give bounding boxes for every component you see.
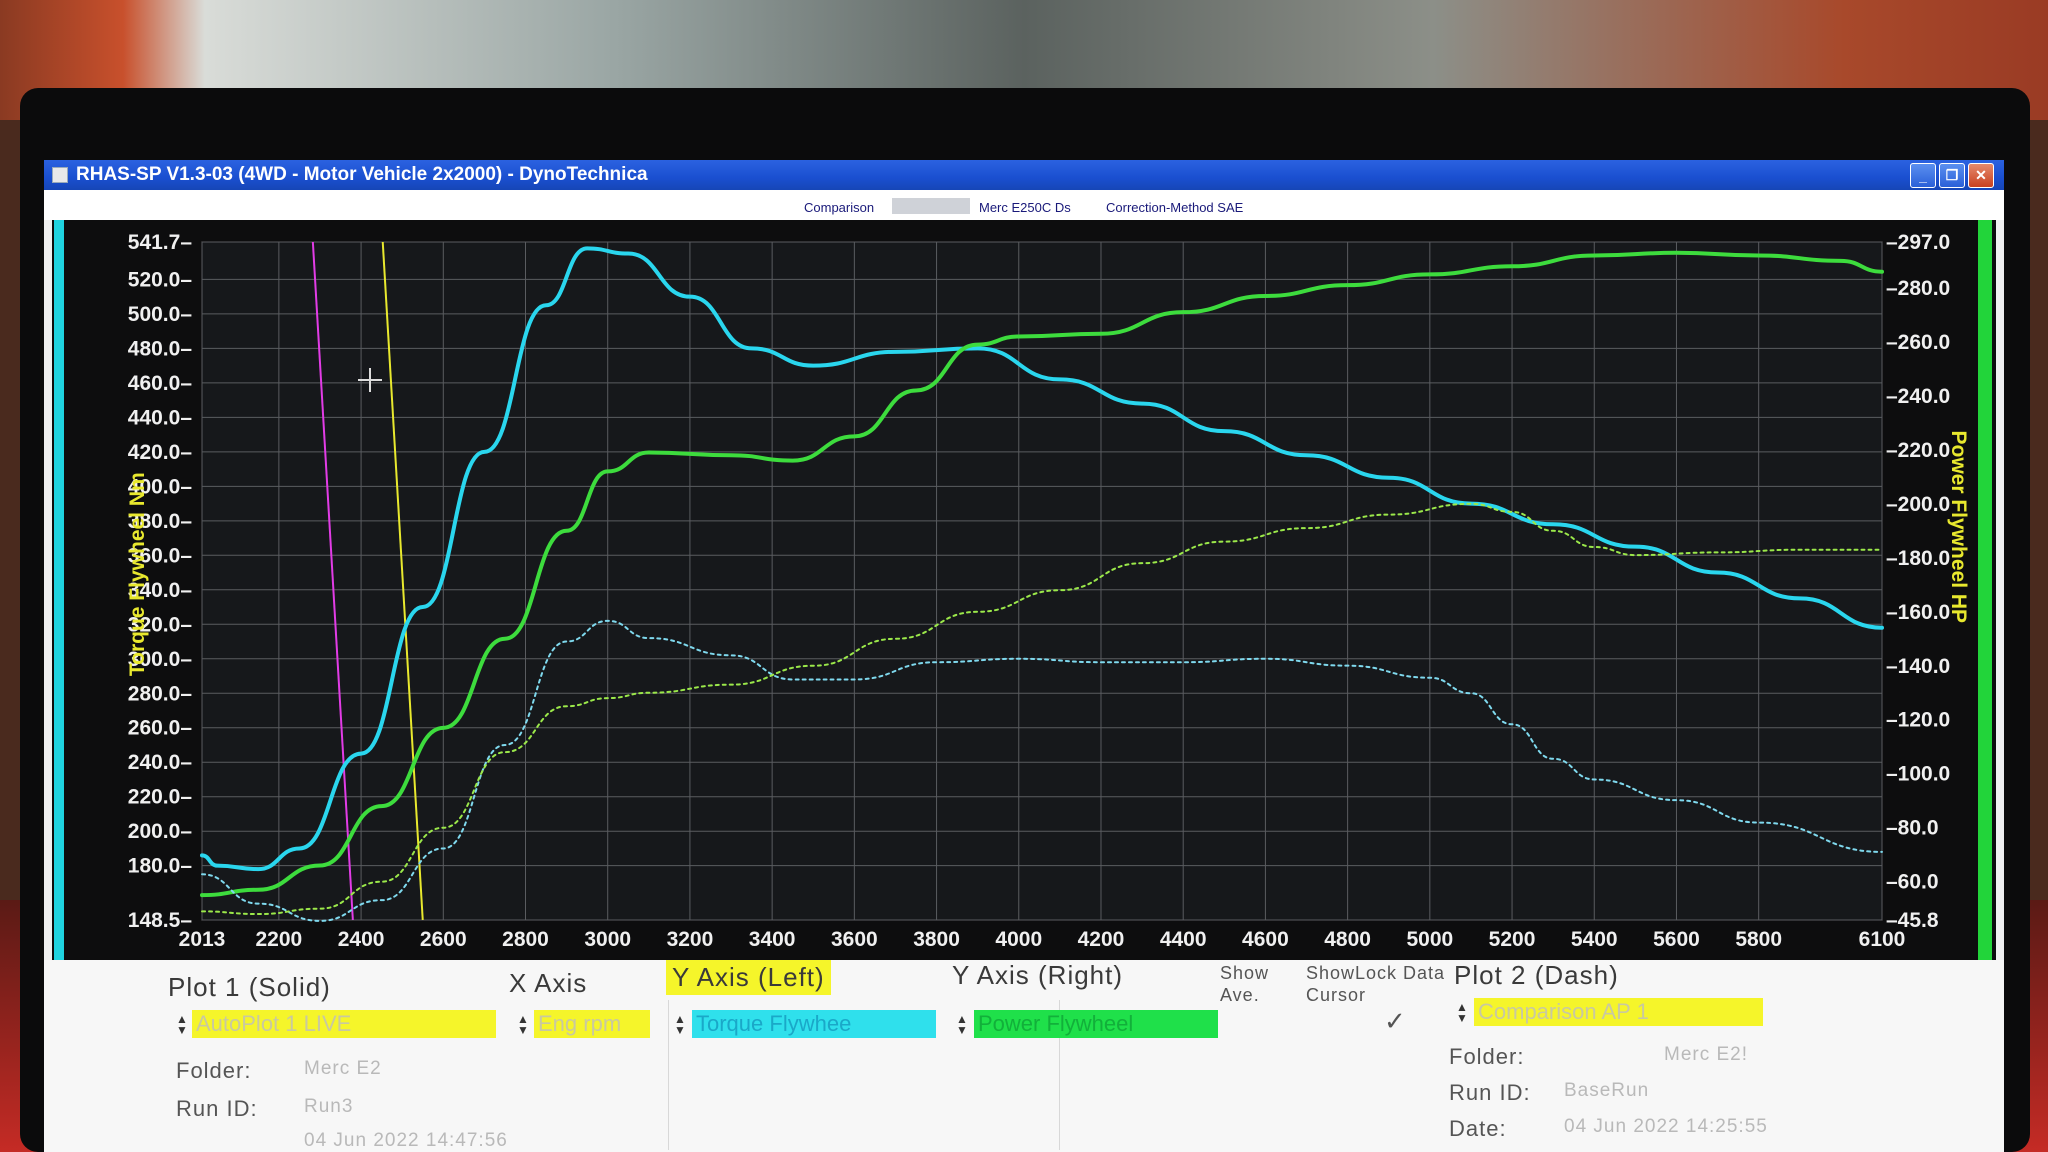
plot2-select[interactable]: Comparison AP 1 xyxy=(1474,998,1763,1026)
y-axis-left-select[interactable]: Torque Flywhee xyxy=(692,1010,936,1038)
app-window: RHAS-SP V1.3-03 (4WD - Motor Vehicle 2x2… xyxy=(44,160,2004,1152)
plot2-spinner[interactable]: ▲ ▼ xyxy=(1456,1001,1468,1024)
y-left-tick-label: 220.0– xyxy=(128,786,193,809)
y-axis-right-label: Y Axis (Right) xyxy=(952,960,1124,990)
y-right-tick-label: –160.0 xyxy=(1886,601,1950,624)
y-right-tick-label: –240.0 xyxy=(1886,385,1950,408)
y-right-tick-label: –280.0 xyxy=(1886,277,1950,300)
y-right-tick-label: –220.0 xyxy=(1886,439,1950,462)
x-tick-label: 2600 xyxy=(420,928,467,951)
y-left-tick-label: 260.0– xyxy=(128,717,193,740)
y-right-tick-label: –60.0 xyxy=(1886,871,1939,894)
y-left-tick-label: 541.7– xyxy=(128,231,193,254)
x-tick-label: 3000 xyxy=(584,928,631,951)
y-left-tick-label: 180.0– xyxy=(128,855,193,878)
y-right-tick-label: –297.0 xyxy=(1886,231,1950,254)
x-axis-select[interactable]: Eng rpm xyxy=(534,1010,650,1038)
showlock-checkbox[interactable]: ✓ xyxy=(1384,1006,1406,1037)
x-tick-label: 3200 xyxy=(667,928,714,951)
x-tick-label: 2800 xyxy=(502,928,549,951)
x-axis-spinner[interactable]: ▲ ▼ xyxy=(517,1013,529,1036)
x-axis-label: X Axis xyxy=(509,968,588,998)
control-panel: Plot 1 (Solid) ▲ ▼ AutoPlot 1 LIVE X Axis… xyxy=(44,960,2004,1152)
x-tick-label: 3400 xyxy=(749,928,796,951)
folder-value-right: Merc E2! xyxy=(1664,1044,1749,1065)
comparison-field[interactable] xyxy=(892,198,970,214)
y-left-tick-label: 480.0– xyxy=(128,337,193,360)
y-right-tick-label: –260.0 xyxy=(1886,331,1950,354)
app-icon xyxy=(52,167,68,183)
title-bar: RHAS-SP V1.3-03 (4WD - Motor Vehicle 2x2… xyxy=(44,160,2004,190)
y-left-tick-label: 420.0– xyxy=(128,441,193,464)
window-title: RHAS-SP V1.3-03 (4WD - Motor Vehicle 2x2… xyxy=(76,164,648,185)
y-right-tick-label: –45.8 xyxy=(1886,909,1939,932)
x-tick-label: 5200 xyxy=(1489,928,1536,951)
plot1-select[interactable]: AutoPlot 1 LIVE xyxy=(192,1010,496,1038)
vehicle-label: Merc E250C Ds xyxy=(979,200,1071,215)
y-right-tick-label: –180.0 xyxy=(1886,547,1950,570)
runid-value-left: Run3 xyxy=(304,1096,354,1117)
y-axis-right-select[interactable]: Power Flywheel xyxy=(974,1010,1218,1038)
minimize-icon[interactable]: _ xyxy=(1910,163,1936,188)
y-right-axis-title: Power Flywheel HP xyxy=(1947,430,1970,623)
runid-value-right: BaseRun xyxy=(1564,1080,1650,1101)
plot1-label: Plot 1 (Solid) xyxy=(168,972,331,1002)
date-value-left: 04 Jun 2022 14:47:56 xyxy=(304,1130,508,1151)
x-tick-label: 4600 xyxy=(1242,928,1289,951)
runid-label-right: Run ID: xyxy=(1449,1080,1531,1105)
folder-value-left: Merc E2 xyxy=(304,1058,382,1079)
y-axis-right-spinner[interactable]: ▲ ▼ xyxy=(956,1013,968,1036)
y-left-tick-label: 440.0– xyxy=(128,406,193,429)
x-tick-label: 5000 xyxy=(1406,928,1453,951)
y-left-tick-label: 148.5– xyxy=(128,909,193,932)
folder-label-right: Folder: xyxy=(1449,1044,1525,1069)
x-tick-label: 4200 xyxy=(1078,928,1125,951)
date-value-right: 04 Jun 2022 14:25:55 xyxy=(1564,1116,1768,1137)
dyno-chart[interactable]: 2013 2200 2400 2600 2800 3000 3200 3400 3600 3800… xyxy=(52,220,1996,960)
x-tick-label: 4000 xyxy=(995,928,1042,951)
show-ave-label: Show Ave. xyxy=(1220,963,1270,1005)
y-right-tick-label: –120.0 xyxy=(1886,709,1950,732)
date-label-right: Date: xyxy=(1449,1116,1507,1141)
close-icon[interactable]: ✕ xyxy=(1968,163,1994,188)
x-tick-label: 3800 xyxy=(913,928,960,951)
y-left-tick-label: 280.0– xyxy=(128,682,193,705)
x-tick-label: 3600 xyxy=(831,928,878,951)
x-tick-label: 4800 xyxy=(1324,928,1371,951)
x-tick-label: 5400 xyxy=(1571,928,1618,951)
info-strip: Comparison Merc E250C Ds Correction-Meth… xyxy=(44,190,2004,220)
y-left-tick-label: 200.0– xyxy=(128,820,193,843)
y-left-tick-label: 500.0– xyxy=(128,303,193,326)
y-right-tick-label: –200.0 xyxy=(1886,493,1950,516)
y-left-tick-label: 460.0– xyxy=(128,372,193,395)
y-left-tick-label: 520.0– xyxy=(128,268,193,291)
plot-background xyxy=(201,241,1883,921)
runid-label-left: Run ID: xyxy=(176,1096,258,1121)
right-axis-color-bar xyxy=(1978,220,1992,960)
y-right-tick-label: –100.0 xyxy=(1886,763,1950,786)
y-left-axis-title: Torque Flywheel Nm xyxy=(126,472,149,676)
x-tick-label: 5600 xyxy=(1653,928,1700,951)
x-tick-label: 5800 xyxy=(1735,928,1782,951)
y-axis-left-label: Y Axis (Left) xyxy=(666,960,831,995)
y-left-tick-label: 240.0– xyxy=(128,751,193,774)
dyno-chart-svg: 2013 2200 2400 2600 2800 3000 3200 3400 3600 3800… xyxy=(54,220,1992,960)
x-tick-label: 2400 xyxy=(338,928,385,951)
comparison-label: Comparison xyxy=(804,200,875,215)
left-axis-color-bar xyxy=(54,220,64,960)
plot1-spinner[interactable]: ▲ ▼ xyxy=(176,1013,188,1036)
y-axis-left-spinner[interactable]: ▲ ▼ xyxy=(674,1013,686,1036)
plot2-label: Plot 2 (Dash) xyxy=(1454,960,1619,990)
x-tick-label: 2200 xyxy=(256,928,303,951)
y-right-tick-label: –140.0 xyxy=(1886,655,1950,678)
showlock-label: ShowLock Data Cursor xyxy=(1306,963,1446,1005)
y-right-tick-label: –80.0 xyxy=(1886,817,1939,840)
maximize-icon[interactable]: ❐ xyxy=(1939,163,1965,188)
correction-label: Correction-Method SAE xyxy=(1106,200,1244,215)
folder-label-left: Folder: xyxy=(176,1058,252,1083)
x-tick-label: 4400 xyxy=(1160,928,1207,951)
